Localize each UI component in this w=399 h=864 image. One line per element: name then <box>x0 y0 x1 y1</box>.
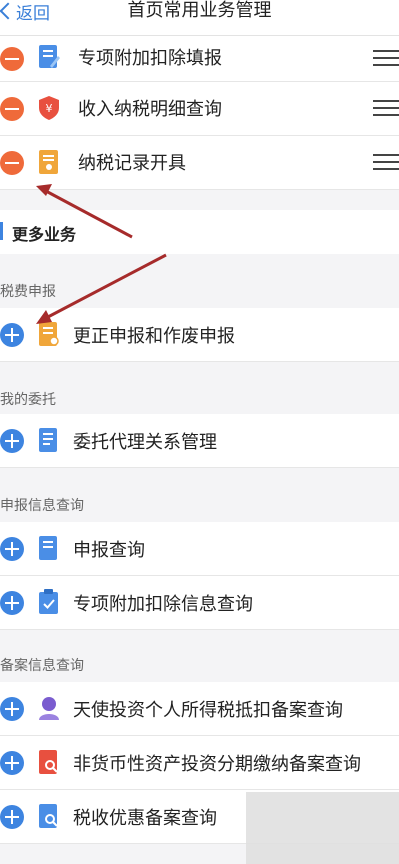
arrow-line <box>43 188 133 239</box>
annotation-arrows <box>36 184 167 324</box>
arrow-line <box>45 253 167 320</box>
